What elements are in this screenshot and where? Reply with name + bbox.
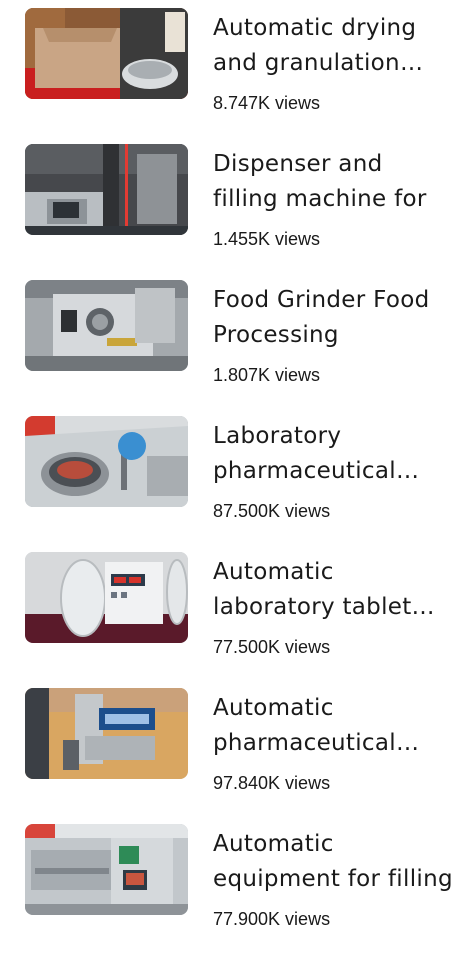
list-item[interactable]: Food Grinder Food Processing 1.807K view… (0, 280, 467, 416)
view-count: 77.500K views (213, 637, 331, 657)
video-title[interactable]: Automatic equipment for filling (213, 827, 453, 897)
video-title[interactable]: Automatic laboratory tablet tester (213, 555, 453, 625)
video-thumbnail[interactable] (25, 552, 188, 643)
food-grinder-thumbnail-icon (25, 280, 188, 371)
view-count: 8.747K views (213, 93, 321, 113)
dispenser-filling-machine-thumbnail-icon (25, 144, 188, 235)
view-count: 77.900K views (213, 909, 331, 929)
filling-equipment-thumbnail-icon (25, 824, 188, 915)
view-count: 97.840K views (213, 773, 331, 793)
video-thumbnail[interactable] (25, 144, 188, 235)
view-count: 1.807K views (213, 365, 321, 385)
video-thumbnail[interactable] (25, 824, 188, 915)
video-title[interactable]: Food Grinder Food Processing (213, 283, 453, 353)
view-count: 1.455K views (213, 229, 321, 249)
video-title[interactable]: Dispenser and filling machine for (213, 147, 453, 217)
video-title[interactable]: Automatic drying and granulation machine (213, 11, 453, 81)
video-list: Automatic drying and granulation machine… (0, 8, 467, 960)
video-thumbnail[interactable] (25, 688, 188, 779)
list-item[interactable]: Automatic pharmaceutical packing 97.840K… (0, 688, 467, 824)
laboratory-machine-thumbnail-icon (25, 416, 188, 507)
video-title[interactable]: Laboratory pharmaceutical machine (213, 419, 453, 489)
list-item[interactable]: Automatic drying and granulation machine… (0, 8, 467, 144)
view-count: 87.500K views (213, 501, 331, 521)
list-item[interactable]: Automatic equipment for filling 77.900K … (0, 824, 467, 960)
list-item[interactable]: Laboratory pharmaceutical machine 87.500… (0, 416, 467, 552)
video-thumbnail[interactable] (25, 280, 188, 371)
tablet-tester-thumbnail-icon (25, 552, 188, 643)
video-thumbnail[interactable] (25, 416, 188, 507)
video-title[interactable]: Automatic pharmaceutical packing (213, 691, 453, 761)
list-item[interactable]: Automatic laboratory tablet tester 77.50… (0, 552, 467, 688)
pharmaceutical-packing-thumbnail-icon (25, 688, 188, 779)
video-thumbnail[interactable] (25, 8, 188, 99)
list-item[interactable]: Dispenser and filling machine for 1.455K… (0, 144, 467, 280)
drying-granulation-machine-thumbnail-icon (25, 8, 188, 99)
